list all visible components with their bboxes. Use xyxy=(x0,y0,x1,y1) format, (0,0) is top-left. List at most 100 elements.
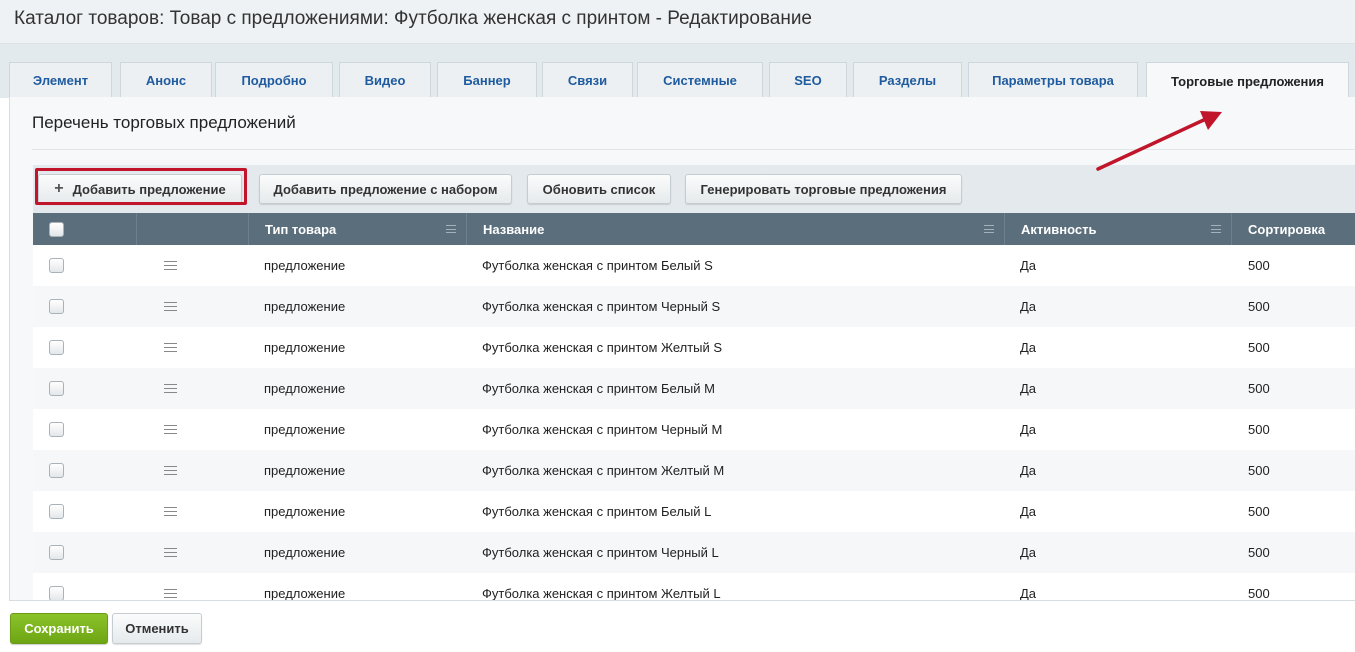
row-actions-cell xyxy=(164,532,177,573)
column-menu-icon[interactable] xyxy=(446,225,456,233)
cell-type: предложение xyxy=(264,463,346,478)
cell-name: Футболка женская с принтом Черный M xyxy=(482,422,723,437)
cell-active: Да xyxy=(1020,463,1037,478)
tab-seo[interactable]: SEO xyxy=(769,62,847,98)
row-checkbox[interactable] xyxy=(49,340,64,355)
row-actions-cell xyxy=(164,450,177,491)
table-row[interactable]: предложение Футболка женская с принтом Ч… xyxy=(33,286,1355,327)
row-actions-cell xyxy=(164,409,177,450)
cell-sort: 500 xyxy=(1248,586,1270,600)
tab-bar: Элемент Анонс Подробно Видео Баннер Связ… xyxy=(0,44,1355,99)
refresh-list-button[interactable]: Обновить список xyxy=(527,174,671,204)
row-menu-icon[interactable] xyxy=(164,343,177,352)
save-button[interactable]: Сохранить xyxy=(10,613,108,644)
row-select-cell xyxy=(49,245,64,286)
cell-active: Да xyxy=(1020,381,1037,396)
table-row[interactable]: предложение Футболка женская с принтом Б… xyxy=(33,491,1355,532)
tab-video[interactable]: Видео xyxy=(339,62,431,98)
row-actions-cell xyxy=(164,286,177,327)
row-checkbox[interactable] xyxy=(49,504,64,519)
row-checkbox[interactable] xyxy=(49,299,64,314)
tab-trade-offers[interactable]: Торговые предложения xyxy=(1146,62,1349,99)
tab-element[interactable]: Элемент xyxy=(9,62,112,98)
table-row[interactable]: предложение Футболка женская с принтом Ж… xyxy=(33,573,1355,600)
page-title: Каталог товаров: Товар с предложениями: … xyxy=(14,8,812,29)
row-menu-icon[interactable] xyxy=(164,302,177,311)
cell-sort: 500 xyxy=(1248,463,1270,478)
table-row[interactable]: предложение Футболка женская с принтом Ч… xyxy=(33,532,1355,573)
cell-name: Футболка женская с принтом Белый L xyxy=(482,504,712,519)
tab-announce[interactable]: Анонс xyxy=(120,62,212,98)
column-menu-icon[interactable] xyxy=(984,225,994,233)
cell-active: Да xyxy=(1020,504,1037,519)
row-menu-icon[interactable] xyxy=(164,384,177,393)
row-menu-icon[interactable] xyxy=(164,261,177,270)
column-header-type-label: Тип товара xyxy=(265,221,337,237)
row-menu-icon[interactable] xyxy=(164,589,177,598)
cell-name: Футболка женская с принтом Белый S xyxy=(482,258,713,273)
cell-type: предложение xyxy=(264,258,346,273)
cell-sort: 500 xyxy=(1248,422,1270,437)
column-header-sort[interactable]: Сортировка xyxy=(1232,213,1355,245)
cell-name: Футболка женская с принтом Желтый S xyxy=(482,340,723,355)
tab-links[interactable]: Связи xyxy=(542,62,633,98)
select-all-checkbox[interactable] xyxy=(49,221,64,237)
column-header-active[interactable]: Активность xyxy=(1005,213,1232,245)
tab-sections[interactable]: Разделы xyxy=(853,62,962,98)
annotation-arrow-icon xyxy=(1096,111,1222,171)
cell-sort: 500 xyxy=(1248,545,1270,560)
generate-offers-button[interactable]: Генерировать торговые предложения xyxy=(685,174,962,204)
section-title: Перечень торговых предложений xyxy=(32,113,296,132)
table-row[interactable]: предложение Футболка женская с принтом Ж… xyxy=(33,327,1355,368)
cell-active: Да xyxy=(1020,586,1037,600)
tab-product-params[interactable]: Параметры товара xyxy=(968,62,1138,98)
row-checkbox[interactable] xyxy=(49,381,64,396)
row-checkbox[interactable] xyxy=(49,422,64,437)
add-offer-button[interactable]: + Добавить предложение xyxy=(38,174,242,204)
table-row[interactable]: предложение Футболка женская с принтом Б… xyxy=(33,245,1355,286)
tab-banner[interactable]: Баннер xyxy=(437,62,537,98)
cell-name: Футболка женская с принтом Черный S xyxy=(482,299,721,314)
cell-name: Футболка женская с принтом Белый M xyxy=(482,381,715,396)
tab-details[interactable]: Подробно xyxy=(215,62,333,98)
header-select-all xyxy=(33,213,137,245)
tab-system[interactable]: Системные xyxy=(637,62,763,98)
cell-active: Да xyxy=(1020,340,1037,355)
add-offer-label: Добавить предложение xyxy=(72,181,226,197)
add-offer-set-button[interactable]: Добавить предложение с набором xyxy=(259,174,512,204)
page-header: Каталог товаров: Товар с предложениями: … xyxy=(0,0,1355,44)
cell-type: предложение xyxy=(264,504,346,519)
row-checkbox[interactable] xyxy=(49,586,64,600)
row-select-cell xyxy=(49,450,64,491)
table-row[interactable]: предложение Футболка женская с принтом Б… xyxy=(33,368,1355,409)
row-actions-cell xyxy=(164,245,177,286)
cell-type: предложение xyxy=(264,422,346,437)
cell-type: предложение xyxy=(264,299,346,314)
row-menu-icon[interactable] xyxy=(164,548,177,557)
cell-sort: 500 xyxy=(1248,299,1270,314)
cell-active: Да xyxy=(1020,299,1037,314)
cell-name: Футболка женская с принтом Желтый M xyxy=(482,463,725,478)
header-actions xyxy=(137,213,249,245)
row-actions-cell xyxy=(164,327,177,368)
cell-name: Футболка женская с принтом Желтый L xyxy=(482,586,721,600)
row-actions-cell xyxy=(164,573,177,600)
row-checkbox[interactable] xyxy=(49,258,64,273)
row-checkbox[interactable] xyxy=(49,463,64,478)
row-checkbox[interactable] xyxy=(49,545,64,560)
row-menu-icon[interactable] xyxy=(164,466,177,475)
row-select-cell xyxy=(49,409,64,450)
cell-type: предложение xyxy=(264,340,346,355)
cell-name: Футболка женская с принтом Черный L xyxy=(482,545,719,560)
row-select-cell xyxy=(49,532,64,573)
row-menu-icon[interactable] xyxy=(164,507,177,516)
table-row[interactable]: предложение Футболка женская с принтом Ч… xyxy=(33,409,1355,450)
column-header-type[interactable]: Тип товара xyxy=(249,213,467,245)
column-header-active-label: Активность xyxy=(1021,221,1097,237)
column-menu-icon[interactable] xyxy=(1211,225,1221,233)
column-header-name[interactable]: Название xyxy=(467,213,1005,245)
table-row[interactable]: предложение Футболка женская с принтом Ж… xyxy=(33,450,1355,491)
row-menu-icon[interactable] xyxy=(164,425,177,434)
cancel-button[interactable]: Отменить xyxy=(112,613,202,644)
row-actions-cell xyxy=(164,491,177,532)
